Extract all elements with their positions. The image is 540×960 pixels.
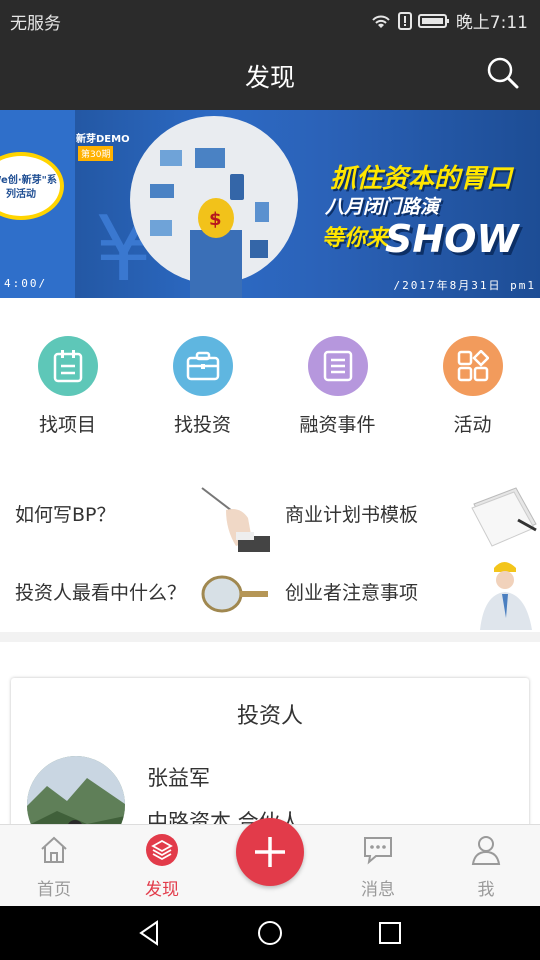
wifi-icon bbox=[372, 15, 390, 28]
category-grid: 找项目 找投资 融资事件 活动 bbox=[0, 336, 540, 437]
quick-link-investor-focus[interactable]: 投资人最看中什么？ bbox=[0, 558, 270, 636]
status-bar: 无服务 晚上7:11 bbox=[0, 0, 540, 38]
tab-home[interactable]: 首页 bbox=[4, 833, 104, 900]
banner-caption-left: 4:00/ bbox=[4, 277, 48, 290]
discover-content: 找项目 找投资 融资事件 活动 如何写BP？ 商业计划书模板 投资人最看中什么？… bbox=[0, 298, 540, 632]
category-find-investment[interactable]: 找投资 bbox=[135, 336, 270, 437]
banner-brand: 新芽DEMO bbox=[76, 134, 130, 145]
clock: 晚上7:11 bbox=[455, 13, 528, 33]
category-find-project[interactable]: 找项目 bbox=[0, 336, 135, 437]
status-icons: 晚上7:11 bbox=[370, 8, 528, 33]
carrier-label: 无服务 bbox=[10, 14, 61, 34]
quick-link-label: 商业计划书模板 bbox=[285, 504, 419, 526]
home-icon bbox=[37, 833, 71, 867]
layers-icon bbox=[145, 833, 179, 867]
quick-link-how-to-write-bp[interactable]: 如何写BP？ bbox=[0, 480, 270, 558]
system-nav-bar bbox=[0, 906, 540, 960]
category-label: 找投资 bbox=[173, 414, 231, 436]
page-title: 发现 bbox=[244, 63, 295, 92]
category-label: 融资事件 bbox=[299, 414, 376, 436]
banner-tagline: 等你来 bbox=[322, 226, 389, 251]
recents-icon[interactable] bbox=[375, 918, 405, 948]
quick-link-label: 投资人最看中什么？ bbox=[15, 582, 187, 604]
add-button[interactable] bbox=[236, 818, 304, 886]
section-divider bbox=[0, 632, 540, 642]
briefcase-icon bbox=[172, 336, 233, 396]
back-icon[interactable] bbox=[135, 918, 165, 948]
promo-banner[interactable]: ¥ $ "We创·新芽"系列活动 新芽DEMO 第30期 抓住资本的胃口 八月闭… bbox=[0, 110, 540, 298]
quick-link-bp-template[interactable]: 商业计划书模板 bbox=[270, 480, 540, 558]
svg-text:$: $ bbox=[209, 209, 222, 230]
chat-icon bbox=[361, 833, 395, 867]
category-label: 活动 bbox=[453, 414, 492, 436]
list-icon bbox=[307, 336, 368, 396]
banner-caption: 4:00/ /2017年8月31日 pm1 bbox=[4, 277, 536, 293]
plus-icon bbox=[255, 837, 285, 867]
tab-label: 发现 bbox=[145, 880, 179, 900]
pen-hand-illustration bbox=[201, 487, 270, 552]
investor-name: 张益军 bbox=[147, 766, 210, 790]
investor-section: 投资人 张益军 中路资本 合伙人 bbox=[0, 642, 540, 854]
tab-me[interactable]: 我 bbox=[436, 833, 536, 900]
paper-stack-illustration bbox=[471, 487, 537, 547]
quick-link-label: 如何写BP？ bbox=[15, 504, 116, 526]
investor-section-title: 投资人 bbox=[236, 704, 303, 729]
clipboard-icon bbox=[37, 336, 98, 396]
businessman-illustration bbox=[480, 562, 532, 630]
alert-sim-icon bbox=[397, 11, 412, 30]
banner-caption-right: /2017年8月31日 pm1 bbox=[393, 279, 536, 292]
magnifier-illustration bbox=[201, 575, 268, 613]
banner-headline: 抓住资本的胃口 bbox=[330, 164, 513, 194]
tab-label: 消息 bbox=[361, 880, 395, 900]
home-nav-icon[interactable] bbox=[255, 918, 285, 948]
title-bar: 发现 bbox=[0, 38, 540, 110]
tab-messages[interactable]: 消息 bbox=[328, 833, 428, 900]
tab-label: 首页 bbox=[37, 880, 71, 900]
banner-show: SHOW bbox=[385, 217, 519, 261]
quick-link-founder-notes[interactable]: 创业者注意事项 bbox=[270, 558, 540, 636]
search-icon[interactable] bbox=[486, 56, 520, 90]
battery-icon bbox=[417, 13, 449, 28]
tab-label: 我 bbox=[477, 880, 495, 900]
investor-card[interactable]: 投资人 张益军 中路资本 合伙人 bbox=[11, 678, 529, 854]
grid-icon bbox=[442, 336, 503, 396]
category-label: 找项目 bbox=[38, 414, 96, 436]
banner-subline: 八月闭门路演 bbox=[325, 196, 440, 218]
banner-issue: 第30期 bbox=[78, 146, 114, 161]
category-activities[interactable]: 活动 bbox=[405, 336, 540, 437]
tab-discover[interactable]: 发现 bbox=[112, 833, 212, 900]
category-funding-events[interactable]: 融资事件 bbox=[270, 336, 405, 437]
quick-link-label: 创业者注意事项 bbox=[285, 582, 419, 604]
user-icon bbox=[469, 833, 503, 867]
